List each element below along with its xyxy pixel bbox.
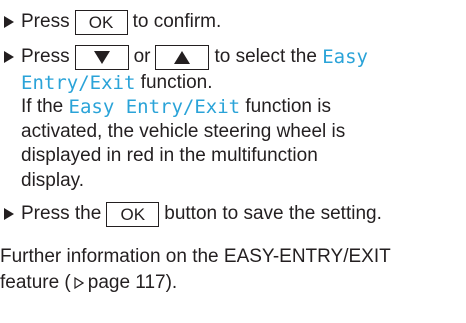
arrow-down-icon	[93, 50, 110, 64]
step-select: Press or to select the Easy	[4, 44, 368, 70]
up-arrow-key	[155, 44, 210, 70]
ok-key-label: OK	[88, 12, 114, 32]
further-info-text: Further information on the EASY-ENTRY/EX…	[0, 246, 391, 267]
step-text: function is	[245, 96, 331, 117]
step-text: to confirm.	[132, 11, 222, 32]
step-text: Press the	[21, 203, 102, 224]
ok-key-label: OK	[120, 204, 146, 224]
step-select-cont: Entry/Exit function.	[21, 70, 213, 96]
further-info-line: Further information on the EASY-ENTRY/EX…	[0, 244, 391, 270]
step-text: to select the	[214, 46, 317, 67]
step-text: or	[133, 46, 151, 67]
step-text: displayed in red in the multifunction	[21, 145, 318, 166]
bullet-icon	[4, 16, 14, 28]
step-text: display.	[21, 170, 85, 191]
step-text: button to save the setting.	[164, 203, 382, 224]
display-text: Easy Entry/Exit	[68, 96, 241, 118]
page-reference-icon	[74, 277, 84, 289]
arrow-up-icon	[174, 50, 191, 64]
result-paragraph-line: displayed in red in the multifunction	[21, 143, 318, 169]
manual-page: Press OK to confirm. Press or to select …	[0, 0, 466, 323]
ok-key: OK	[74, 9, 128, 35]
result-paragraph-line: activated, the vehicle steering wheel is	[21, 119, 345, 145]
step-save: Press the OK button to save the setting.	[4, 201, 382, 227]
down-arrow-key	[74, 44, 129, 70]
page-reference-link[interactable]: page 117).	[88, 272, 177, 294]
step-confirm: Press OK to confirm.	[4, 9, 221, 35]
further-info-text: feature (	[0, 272, 71, 293]
step-text: Press	[21, 11, 70, 32]
step-text: If the	[21, 96, 64, 117]
step-text: activated, the vehicle steering wheel is	[21, 121, 346, 142]
ok-key: OK	[106, 201, 160, 227]
bullet-icon	[4, 208, 14, 220]
further-info-line: feature ( page 117).	[0, 270, 177, 296]
display-text: Easy	[322, 46, 368, 68]
bullet-icon	[4, 51, 14, 63]
step-text: Press	[21, 46, 70, 67]
display-text: Entry/Exit	[21, 72, 136, 94]
result-paragraph-line: display.	[21, 168, 84, 194]
step-text: function.	[140, 72, 213, 93]
result-paragraph-line: If the Easy Entry/Exit function is	[21, 94, 331, 120]
